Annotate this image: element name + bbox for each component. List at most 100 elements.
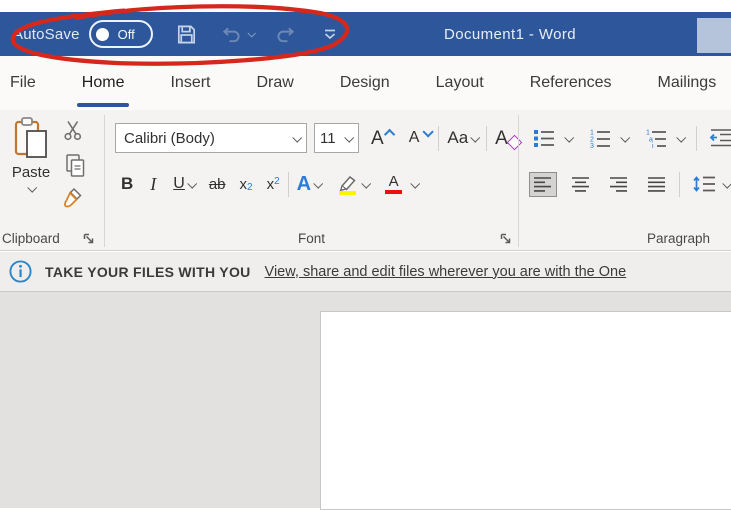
superscript-button[interactable]: x2 [263,174,284,195]
svg-text:3: 3 [590,143,594,148]
tab-home[interactable]: Home [76,56,130,110]
font-color-button[interactable]: A [381,172,422,196]
notification-headline: TAKE YOUR FILES WITH YOU [45,263,251,280]
font-size-select[interactable]: 11 [314,123,359,153]
autosave-toggle[interactable]: Off [88,20,153,48]
font-row-1: Calibri (Body) 11 A A Aa A [115,122,524,154]
chevron-down-icon [187,178,198,189]
strikethrough-button[interactable]: ab [205,174,230,195]
highlight-button[interactable] [333,172,373,197]
subscript-button[interactable]: x2 [236,174,257,195]
save-button[interactable] [175,23,198,46]
text-effects-icon: A [296,173,312,195]
paste-button[interactable]: Paste [4,114,58,193]
document-page[interactable] [320,311,731,510]
grow-font-button[interactable]: A [367,127,399,150]
font-family-select[interactable]: Calibri (Body) [115,123,307,153]
grow-font-icon: A [371,127,384,149]
italic-icon: I [150,173,157,194]
numbering-icon: 1 2 3 [589,128,611,148]
align-center-icon [571,176,591,193]
undo-icon [218,24,243,45]
tab-draw[interactable]: Draw [256,56,293,110]
notification-bar: TAKE YOUR FILES WITH YOU View, share and… [0,252,731,292]
chevron-down-icon [564,132,575,143]
underline-icon: U [173,175,185,192]
paragraph-group-label: Paragraph [647,231,711,246]
undo-button[interactable] [218,24,256,45]
autosave-state: Off [117,26,135,42]
caret-down-icon [422,126,435,138]
decrease-indent-button[interactable] [705,126,731,150]
tab-insert-label: Insert [170,74,211,91]
tab-file[interactable]: File [10,56,36,110]
align-right-button[interactable] [605,172,633,197]
font-row-2: B I U ab x2 x2 A A [117,168,422,200]
redo-button[interactable] [274,24,299,45]
clipboard-dialog-launcher[interactable] [82,232,95,245]
chevron-down-icon [410,178,421,189]
window-title: Document1 - Word [444,25,577,43]
customize-quick-access-icon [323,28,337,41]
chevron-down-icon [344,132,355,143]
dialog-launcher-icon [82,232,95,245]
align-center-button[interactable] [567,172,595,197]
tab-design[interactable]: Design [340,56,390,110]
text-effects-button[interactable]: A [293,172,325,196]
paste-dropdown-icon [26,182,37,193]
numbering-button[interactable]: 1 2 3 [585,126,632,150]
line-spacing-button[interactable] [688,172,731,196]
document-area [0,292,731,510]
strikethrough-icon: ab [208,175,226,193]
cut-button[interactable] [62,119,84,141]
copy-button[interactable] [64,153,86,178]
italic-button[interactable]: I [146,172,160,197]
bullets-button[interactable] [529,126,576,150]
highlight-icon [337,174,359,195]
chevron-down-icon [361,178,372,189]
bullets-icon [533,128,555,148]
chevron-down-icon [676,132,687,143]
font-group-label: Font [297,231,325,246]
redo-icon [274,24,299,45]
justify-button[interactable] [643,172,671,197]
tab-file-label: File [10,74,36,91]
change-case-button[interactable]: Aa [443,126,482,150]
tab-home-label: Home [81,74,125,91]
multilevel-list-button[interactable]: 1 a i [641,126,688,150]
align-left-button[interactable] [529,171,557,197]
change-case-icon: Aa [447,128,469,147]
notification-link[interactable]: View, share and edit files wherever you … [265,264,627,280]
font-color-icon: A [385,174,403,194]
paste-clipboard-icon [13,115,49,161]
font-dialog-launcher[interactable] [499,232,512,245]
format-painter-icon [62,187,84,209]
tab-draw-label: Draw [256,74,294,91]
titlebar: AutoSave Off Document1 - Word [0,12,731,56]
font-size-value: 11 [320,129,336,147]
dialog-launcher-icon [499,232,512,245]
tab-layout[interactable]: Layout [436,56,484,110]
underline-button[interactable]: U [169,173,199,195]
undo-dropdown-icon [247,29,256,38]
titlebar-cropped-control[interactable] [697,18,731,53]
tab-mailings-label: Mailings [657,74,717,91]
format-painter-button[interactable] [62,187,84,209]
toggle-knob-icon [95,27,109,41]
ribbon-tab-row: File Home Insert Draw Design Layout Refe… [0,56,731,110]
chevron-down-icon [292,132,303,143]
cut-icon [62,119,84,141]
paragraph-row-1: 1 2 3 1 a i [529,122,731,154]
customize-quick-access-button[interactable] [323,28,337,41]
bold-button[interactable]: B [117,172,137,196]
font-family-value: Calibri (Body) [124,129,215,147]
shrink-font-button[interactable]: A [405,126,435,148]
copy-icon [64,153,86,178]
tab-references[interactable]: References [530,56,612,110]
info-icon [8,259,33,284]
chevron-down-icon [620,132,631,143]
decrease-indent-icon [709,128,731,148]
tab-insert[interactable]: Insert [170,56,210,110]
tab-mailings[interactable]: Mailings [658,56,717,110]
chevron-down-icon [470,132,481,143]
